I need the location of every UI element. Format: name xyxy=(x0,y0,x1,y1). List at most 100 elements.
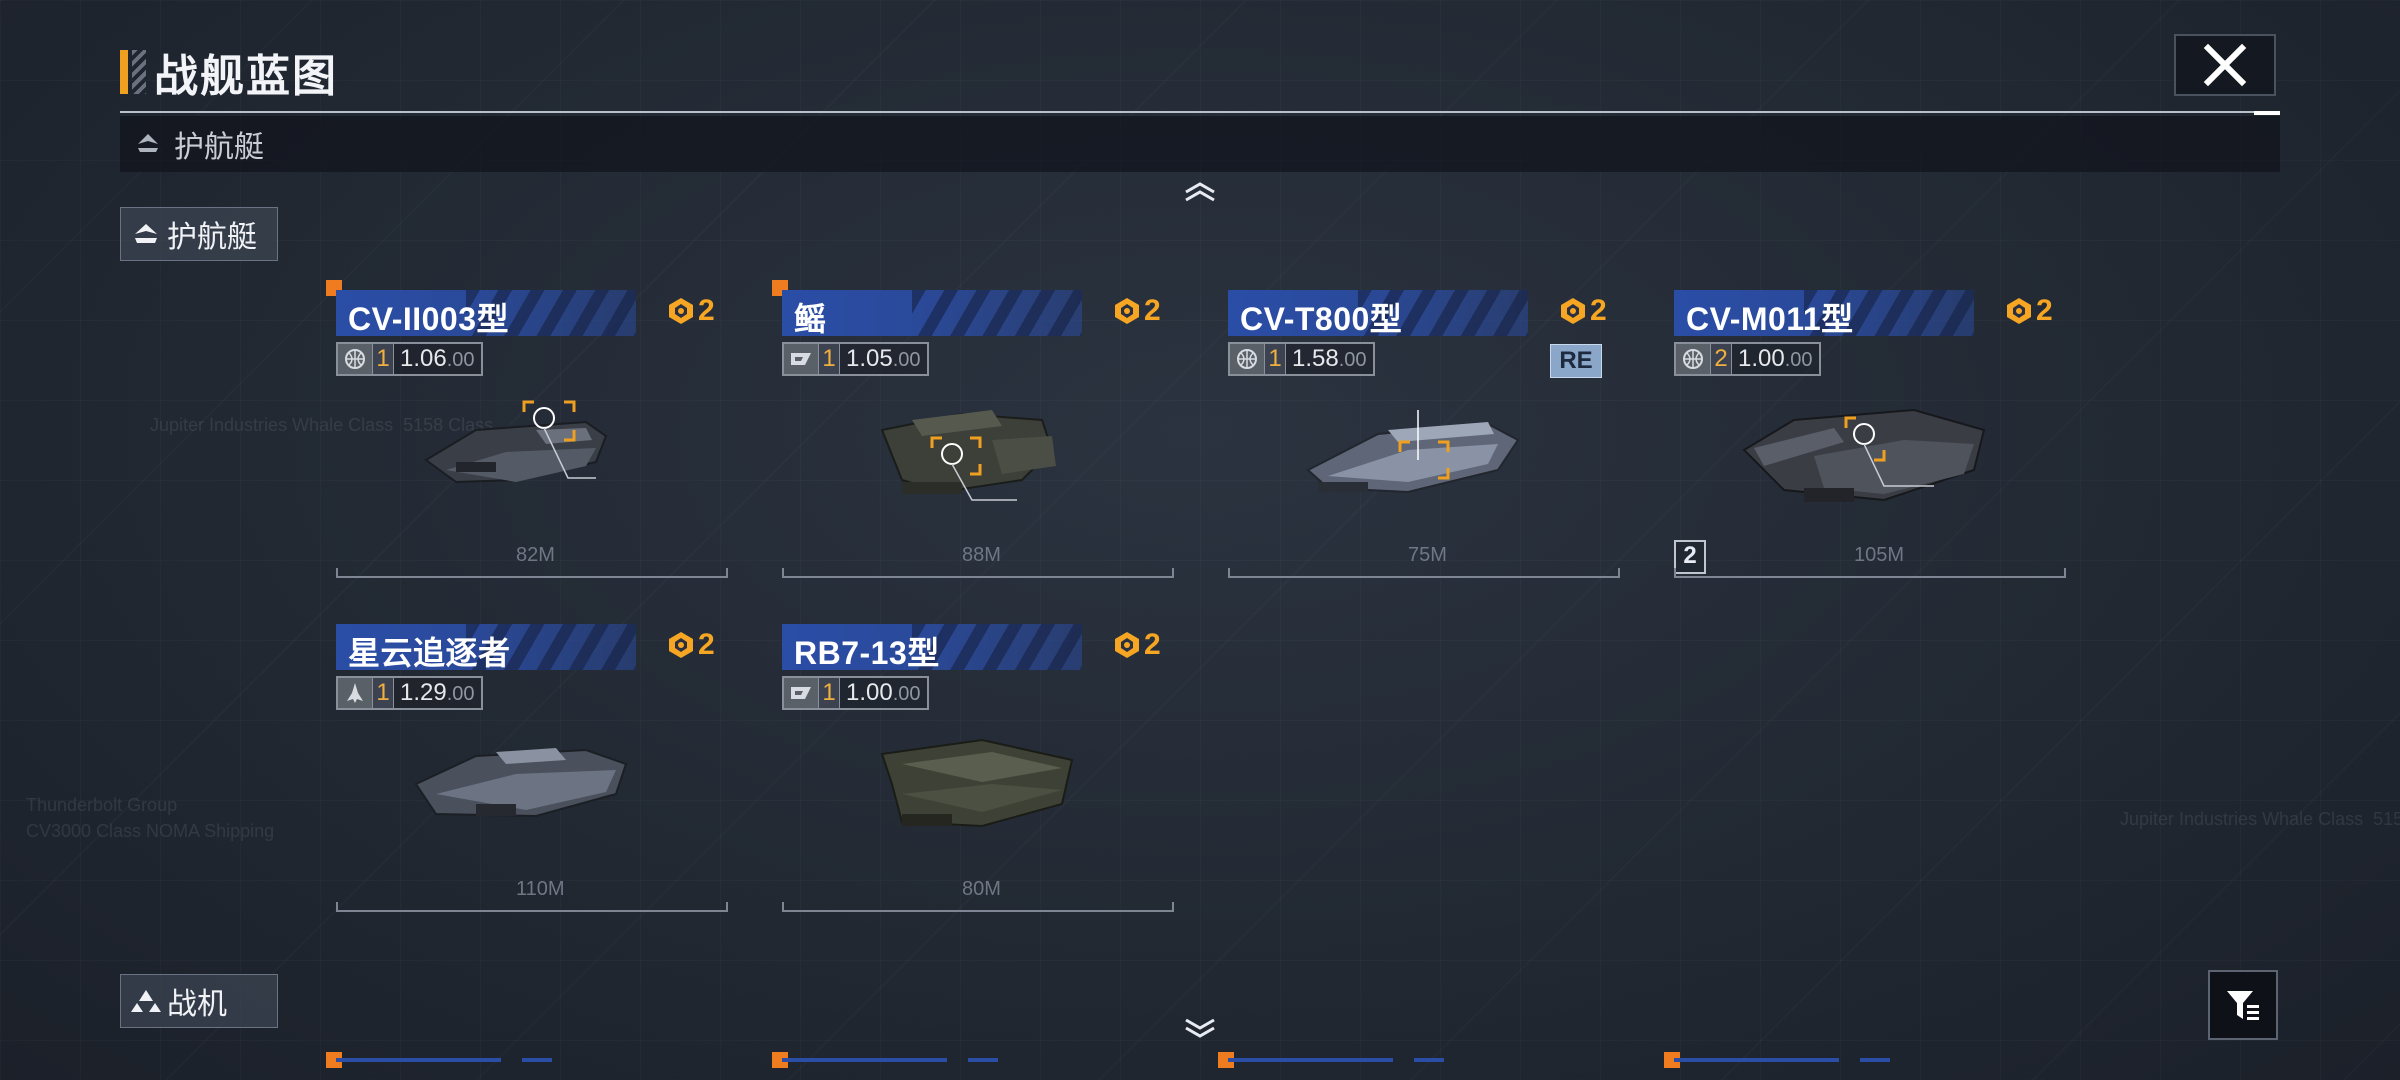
background-text: Thunderbolt Group CV3000 Class NOMA Ship… xyxy=(26,795,275,841)
section-bar-label: 护航艇 xyxy=(174,131,264,164)
ship-value-main: 1.58 xyxy=(1292,345,1339,372)
ship-value-decimal: .00 xyxy=(1784,349,1813,371)
ship-value-decimal: .00 xyxy=(446,349,475,371)
card-header xyxy=(782,290,1082,336)
ship-length: 75M xyxy=(1408,544,1447,566)
tier-badge: 2 xyxy=(666,294,715,328)
close-icon xyxy=(2203,43,2247,87)
re-badge: RE xyxy=(1550,344,1602,378)
card-header-partial xyxy=(336,1058,636,1062)
card-header-partial xyxy=(782,1058,1082,1062)
globe-icon xyxy=(1676,344,1710,374)
header-divider-end xyxy=(2254,111,2280,115)
background-text: Jupiter Industries Whale Class 5158 Clas… xyxy=(2120,809,2400,829)
card-header-partial xyxy=(1674,1058,1974,1062)
tier-value: 2 xyxy=(1590,294,1607,327)
tier-badge: 2 xyxy=(1558,294,1607,328)
ship-model-image xyxy=(880,738,1074,828)
escort-ship-icon xyxy=(138,134,158,152)
ship-card[interactable]: 鳐 2 1 1.05.00 88M xyxy=(772,280,1174,590)
category-fighter[interactable]: 战机 xyxy=(120,974,278,1028)
ship-value-decimal: .00 xyxy=(1338,349,1367,371)
ship-card-partial[interactable] xyxy=(1218,1052,1620,1080)
ship-card[interactable]: 星云追逐者 2 1 1.29.00 110M xyxy=(336,624,728,924)
ship-length: 80M xyxy=(962,878,1001,900)
rank-badge: 2 xyxy=(1674,540,1706,574)
card-baseline xyxy=(782,576,1174,578)
globe-icon xyxy=(1230,344,1264,374)
filter-icon xyxy=(2227,991,2259,1020)
ship-length: 110M xyxy=(516,878,565,900)
ship-card[interactable]: CV-II003型 2 1 1.06.00 82M xyxy=(326,280,728,590)
tier-emblem-icon xyxy=(1561,298,1585,324)
tier-value: 2 xyxy=(1144,628,1161,661)
ship-name: RB7-13型 xyxy=(794,635,940,671)
ship-silhouette-icon xyxy=(338,678,372,708)
close-button[interactable] xyxy=(2174,34,2276,96)
ship-value-decimal: .00 xyxy=(892,349,921,371)
tier-value: 2 xyxy=(1144,294,1161,327)
card-baseline-tick xyxy=(1172,568,1174,578)
ship-name: 鳐 xyxy=(794,301,827,337)
ship-value-decimal: .00 xyxy=(892,683,921,705)
ship-length: 82M xyxy=(516,544,555,566)
card-baseline xyxy=(336,576,728,578)
ship-card[interactable]: CV-T800型 2 1 1.58.00 RE 75M xyxy=(1228,290,1620,590)
card-baseline xyxy=(336,910,728,912)
filter-button[interactable] xyxy=(2208,970,2278,1040)
ship-value-main: 1.00 xyxy=(1738,345,1785,372)
tier-value: 2 xyxy=(698,294,715,327)
card-baseline-tick xyxy=(1228,568,1230,578)
ship-model-image xyxy=(1742,408,1986,502)
ship-value-main: 1.05 xyxy=(846,345,893,372)
title-accent-stripes xyxy=(132,50,146,94)
ship-level: 1 xyxy=(372,344,393,374)
scroll-down-icon[interactable] xyxy=(1182,1018,1218,1040)
ship-card[interactable]: CV-M011型 2 2 1.00.00 2 105M xyxy=(1674,290,2066,590)
globe-icon xyxy=(338,344,372,374)
card-baseline-tick xyxy=(2064,568,2066,578)
card-baseline xyxy=(1674,576,2066,578)
card-baseline-tick xyxy=(726,568,728,578)
title-accent xyxy=(120,50,128,94)
card-baseline-tick xyxy=(726,902,728,912)
ship-value-decimal: .00 xyxy=(446,683,475,705)
ship-model-image xyxy=(414,748,628,818)
section-bar: 护航艇 xyxy=(120,116,2280,172)
card-baseline-tick xyxy=(782,902,784,912)
ship-card-partial[interactable] xyxy=(326,1052,728,1080)
card-baseline-tick xyxy=(782,568,784,578)
tier-badge: 2 xyxy=(1112,294,1161,328)
ship-model-image xyxy=(424,400,608,484)
ship-name: 星云追逐者 xyxy=(348,635,511,671)
ship-value-main: 1.06 xyxy=(400,345,447,372)
ship-card[interactable]: RB7-13型 2 1 1.00.00 80M xyxy=(782,624,1174,924)
ship-length: 88M xyxy=(962,544,1001,566)
ship-level: 2 xyxy=(1710,344,1731,374)
card-header-partial xyxy=(1228,1058,1528,1062)
ship-card-partial[interactable] xyxy=(772,1052,1174,1080)
ship-name: CV-M011型 xyxy=(1686,301,1854,337)
ship-model-image xyxy=(1306,410,1520,494)
header-divider xyxy=(120,111,2280,113)
card-baseline-tick xyxy=(336,568,338,578)
ship-value-main: 1.00 xyxy=(846,679,893,706)
tier-badge: 2 xyxy=(1112,628,1161,662)
tier-emblem-icon xyxy=(669,632,693,658)
faction-icon xyxy=(784,678,818,708)
ship-name: CV-T800型 xyxy=(1240,301,1403,337)
category-escort[interactable]: 护航艇 xyxy=(120,207,278,261)
escort-ship-icon xyxy=(135,224,157,243)
scroll-up-icon[interactable] xyxy=(1182,180,1218,202)
ship-level: 1 xyxy=(1264,344,1285,374)
tier-value: 2 xyxy=(2036,294,2053,327)
ship-model-image xyxy=(880,410,1056,501)
tier-emblem-icon xyxy=(669,298,693,324)
card-baseline xyxy=(782,910,1174,912)
card-baseline-tick xyxy=(336,902,338,912)
card-baseline xyxy=(1228,576,1620,578)
ship-card-partial[interactable] xyxy=(1664,1052,2066,1080)
page-title: 战舰蓝图 xyxy=(154,52,338,101)
ship-length: 105M xyxy=(1854,544,1905,566)
ship-value-main: 1.29 xyxy=(400,679,447,706)
